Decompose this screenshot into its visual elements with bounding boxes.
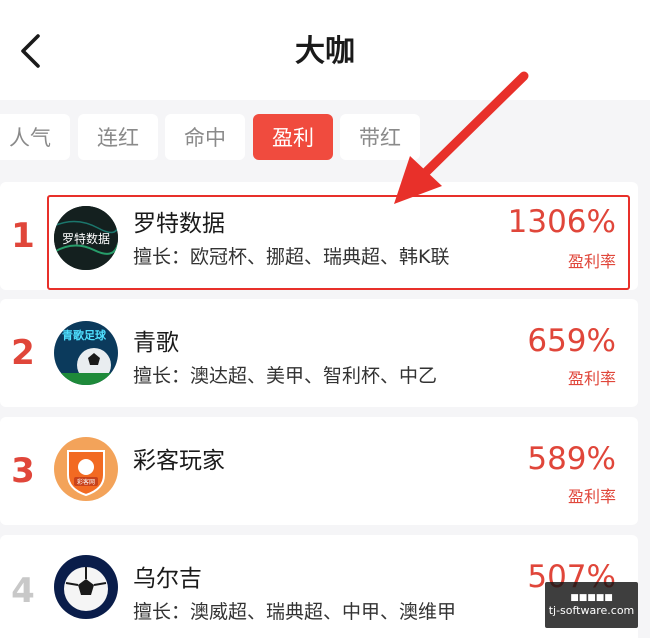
expert-specialty: 擅长：澳达超、美甲、智利杯、中乙 [133, 365, 438, 387]
expert-specialty: 擅长：澳威超、瑞典超、中甲、澳维甲 [133, 601, 457, 623]
avatar: 彩客网 [54, 437, 118, 501]
expert-name: 罗特数据 [133, 211, 225, 237]
list-item[interactable]: 1 罗特数据 罗特数据 擅长：欧冠杯、挪超、瑞典超、韩K联 1306% 盈利率 [0, 182, 638, 290]
list-item[interactable]: 2 青歌足球 青歌 擅长：澳达超、美甲、智利杯、中乙 659% 盈利率 [0, 299, 638, 407]
avatar-text: 彩客网 [77, 478, 95, 486]
avatar: 罗特数据 [54, 206, 118, 270]
expert-name: 彩客玩家 [133, 448, 225, 474]
profit-rate-value: 589% [527, 441, 616, 477]
avatar [54, 555, 118, 619]
watermark-line1: ■■■■■ [570, 593, 613, 603]
watermark: ■■■■■ tj-software.com [545, 582, 638, 628]
list-item[interactable]: 4 乌尔吉 擅长：澳威超、瑞典超、中甲、澳维甲 507% [0, 535, 638, 638]
avatar-text: 罗特数据 [62, 231, 110, 246]
profit-rate-label: 盈利率 [567, 252, 616, 271]
expert-name: 青歌 [133, 330, 179, 356]
tab-popularity[interactable]: 人气 [0, 114, 70, 160]
page-title: 大咖 [295, 34, 355, 69]
profit-rate-value: 1306% [507, 204, 616, 240]
expert-specialty: 擅长：欧冠杯、挪超、瑞典超、韩K联 [133, 246, 450, 268]
expert-name: 乌尔吉 [133, 566, 202, 592]
tab-hit-rate[interactable]: 命中 [165, 114, 245, 160]
screen: 大咖 人气 连红 命中 盈利 带红 1 罗特数据 罗特数据 擅长：欧冠杯、挪超、… [0, 0, 650, 638]
tab-win-streak[interactable]: 连红 [78, 114, 158, 160]
profit-rate-label: 盈利率 [567, 369, 616, 388]
header-bar: 大咖 [0, 0, 650, 100]
rank-number: 1 [11, 216, 35, 256]
category-tabs: 人气 连红 命中 盈利 带红 [0, 114, 650, 162]
tab-lead-win[interactable]: 带红 [340, 114, 420, 160]
profit-rate-value: 659% [527, 323, 616, 359]
avatar-text: 青歌足球 [62, 328, 107, 342]
list-item[interactable]: 3 彩客网 彩客玩家 589% 盈利率 [0, 417, 638, 525]
tab-profit[interactable]: 盈利 [253, 114, 333, 160]
rank-number: 2 [11, 333, 35, 373]
rank-number: 3 [11, 451, 35, 491]
avatar: 青歌足球 [54, 321, 118, 385]
profit-rate-label: 盈利率 [567, 487, 616, 506]
rank-number: 4 [11, 571, 35, 611]
watermark-line2: tj-software.com [548, 604, 635, 617]
